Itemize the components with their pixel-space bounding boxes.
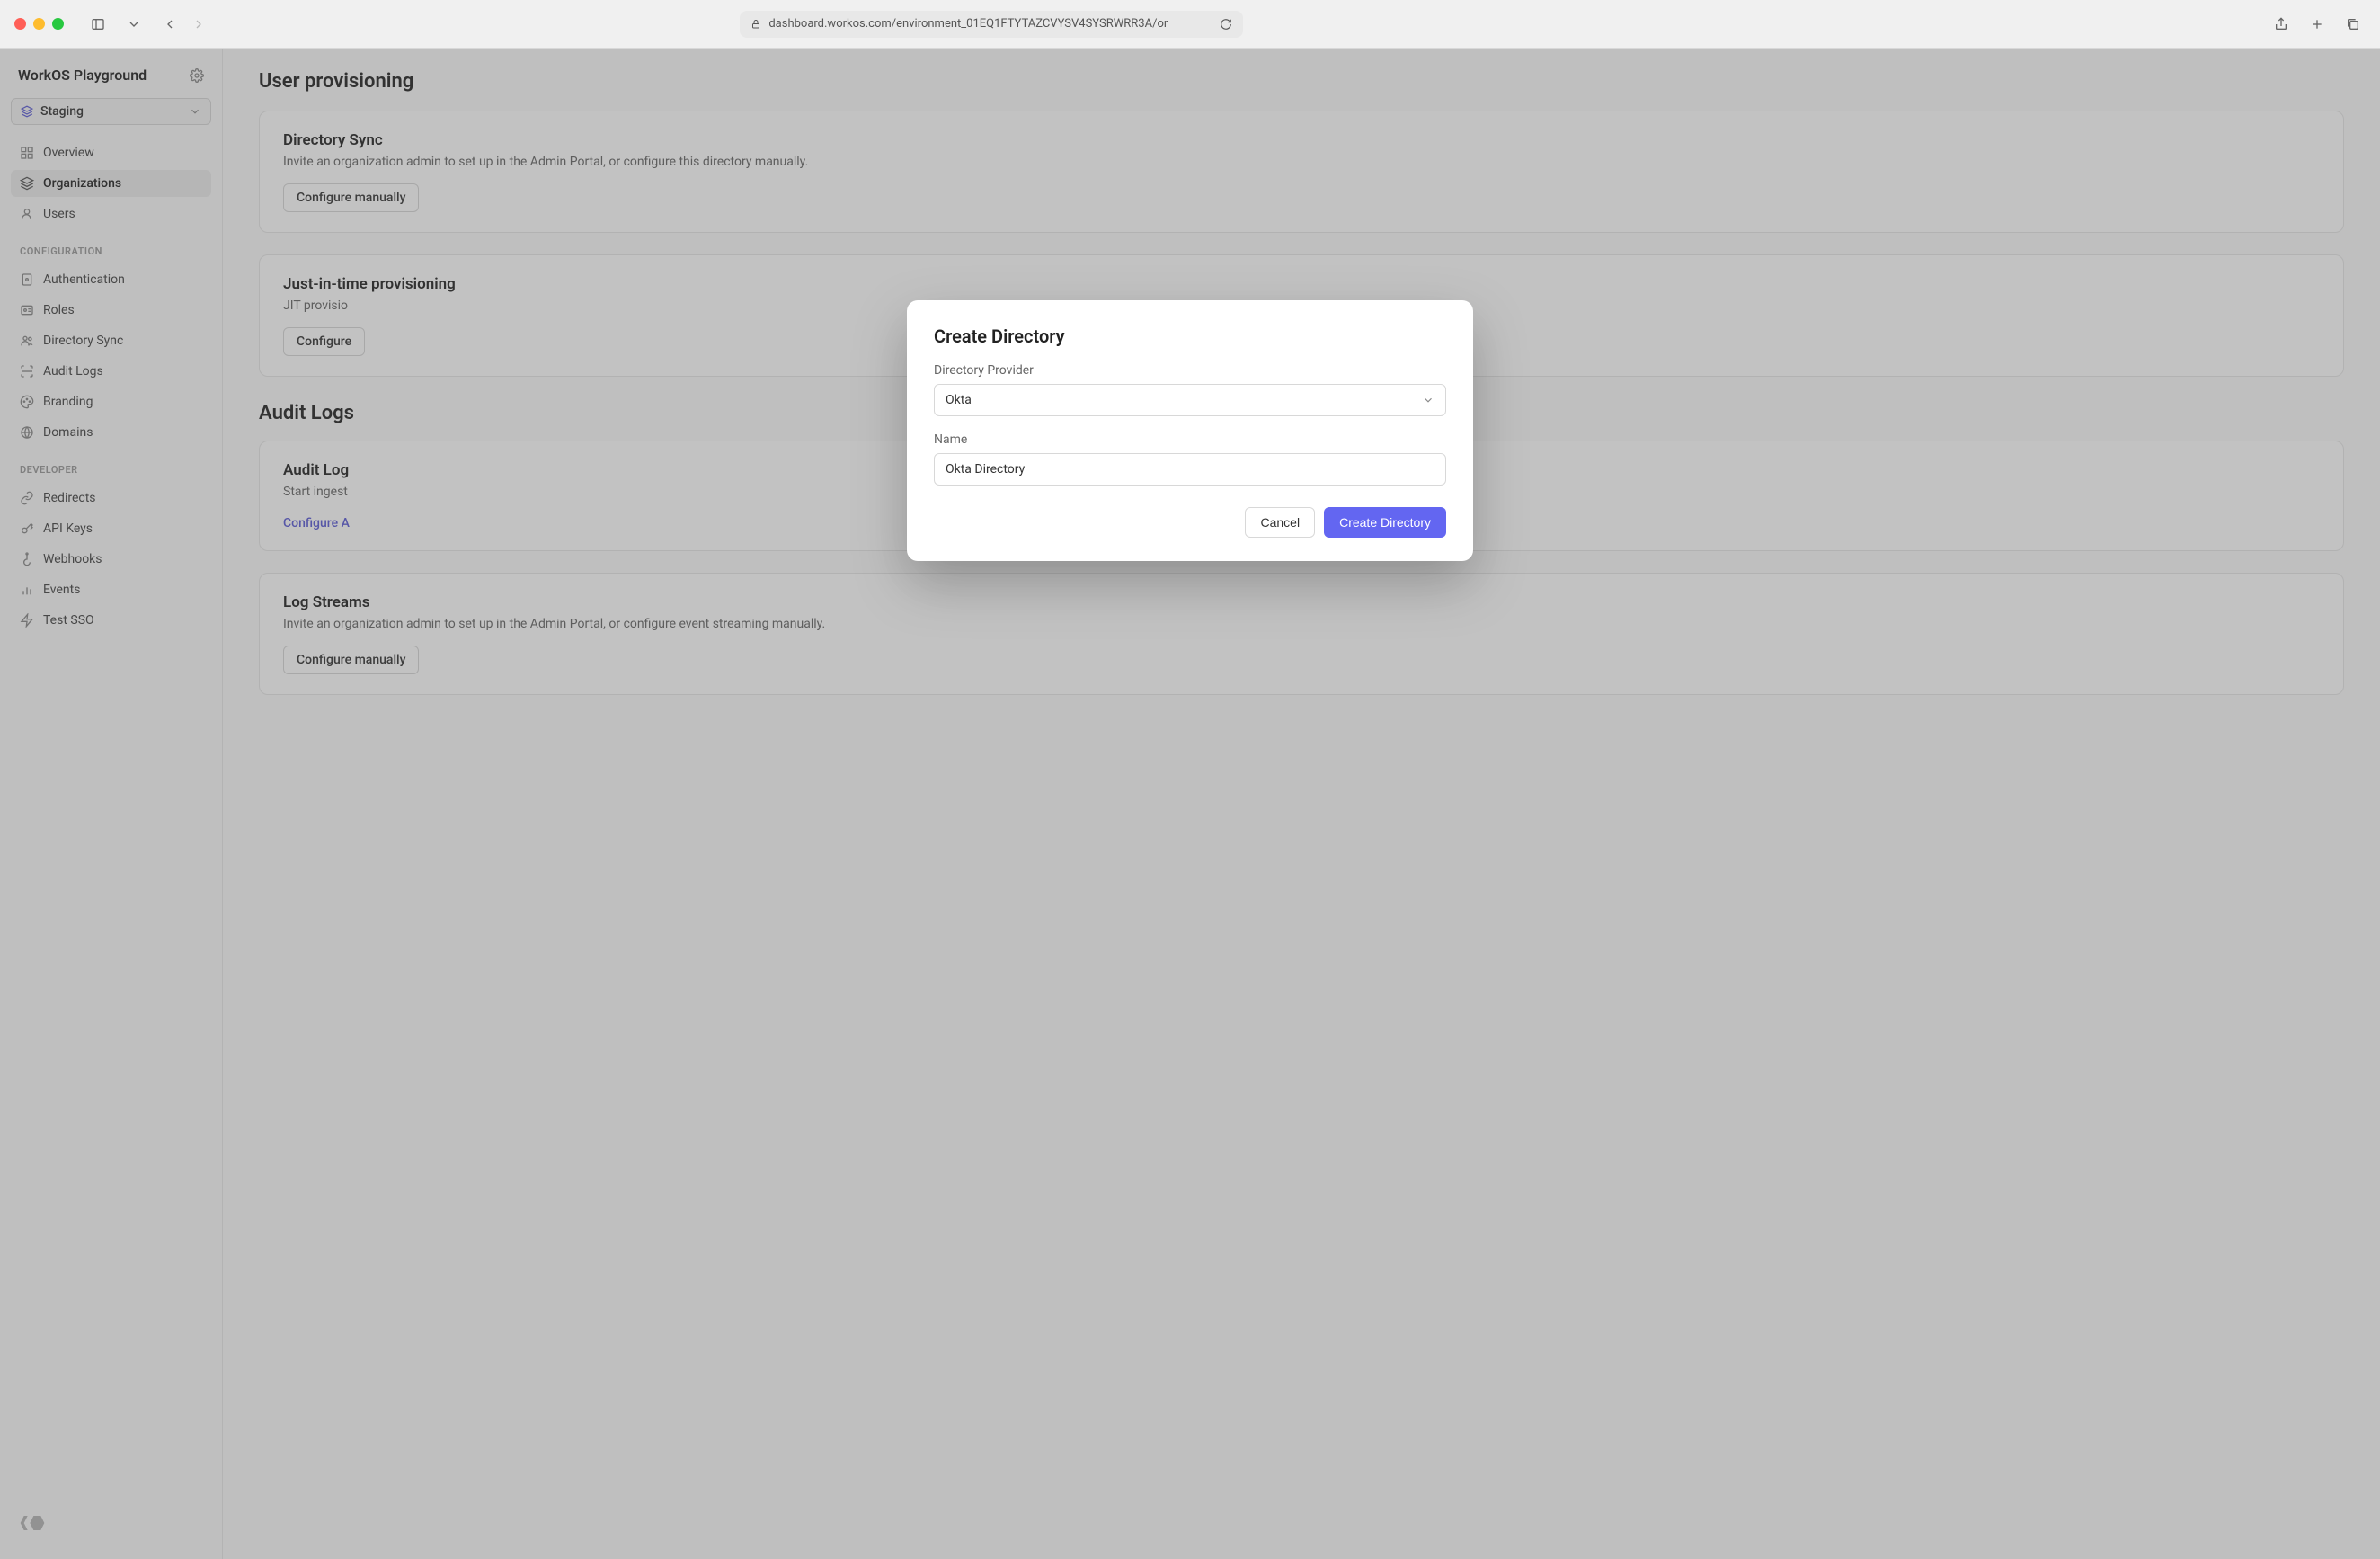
select-value: Okta: [946, 393, 972, 407]
cancel-button[interactable]: Cancel: [1245, 507, 1315, 538]
chevron-down-icon: [1422, 394, 1434, 406]
create-directory-button[interactable]: Create Directory: [1324, 507, 1446, 538]
sidebar-toggle-button[interactable]: [85, 12, 111, 37]
maximize-window-button[interactable]: [52, 18, 64, 30]
provider-label: Directory Provider: [934, 363, 1446, 378]
directory-name-input[interactable]: [934, 453, 1446, 486]
url-text: dashboard.workos.com/environment_01EQ1FT…: [768, 17, 1212, 31]
chevron-down-icon[interactable]: [121, 12, 147, 37]
modal-overlay[interactable]: Create Directory Directory Provider Okta…: [0, 49, 2380, 1559]
reload-icon[interactable]: [1220, 18, 1232, 31]
share-button[interactable]: [2269, 12, 2294, 37]
window-controls: [14, 18, 64, 30]
create-directory-modal: Create Directory Directory Provider Okta…: [907, 300, 1473, 561]
close-window-button[interactable]: [14, 18, 26, 30]
address-bar[interactable]: dashboard.workos.com/environment_01EQ1FT…: [740, 11, 1243, 38]
directory-provider-select[interactable]: Okta: [934, 384, 1446, 416]
minimize-window-button[interactable]: [33, 18, 45, 30]
new-tab-button[interactable]: [2305, 12, 2330, 37]
browser-toolbar: dashboard.workos.com/environment_01EQ1FT…: [0, 0, 2380, 49]
name-label: Name: [934, 432, 1446, 447]
modal-title: Create Directory: [934, 325, 1446, 347]
lock-icon: [750, 19, 761, 30]
back-button[interactable]: [157, 12, 182, 37]
forward-button[interactable]: [186, 12, 211, 37]
tabs-button[interactable]: [2340, 12, 2366, 37]
